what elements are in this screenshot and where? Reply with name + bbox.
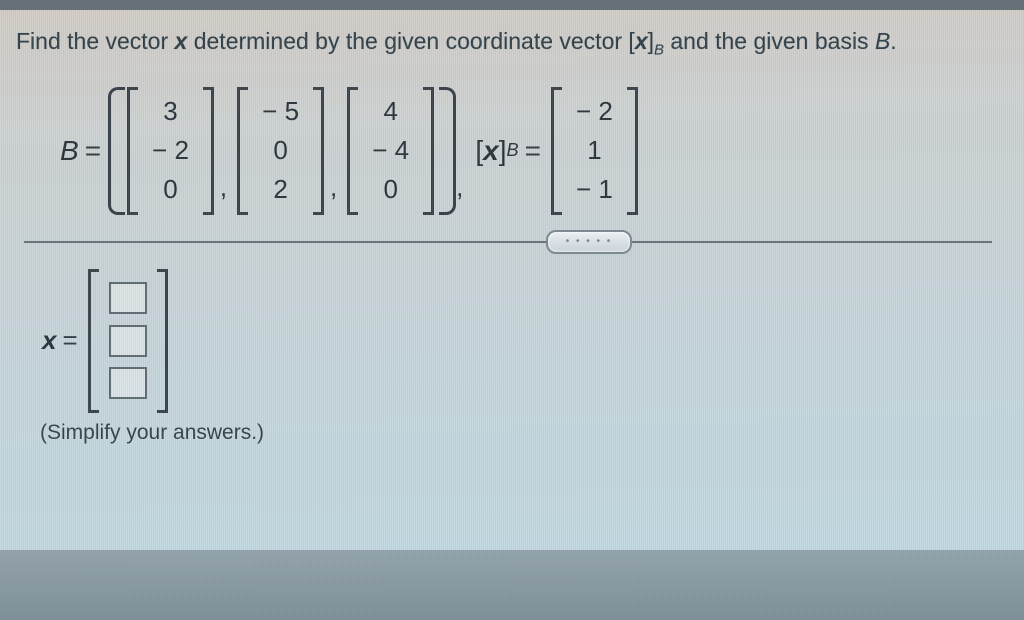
equals-sign: = [85,135,101,167]
matrix-cell: 0 [152,172,189,207]
answer-vector [88,269,168,413]
separator-comma: , [456,172,463,215]
coordinate-vector: − 2 1 − 1 [551,87,638,215]
coord-label-open: [ [475,135,483,167]
coord-label-close: ] [499,135,507,167]
section-divider: • • • • • [24,241,992,243]
left-bracket-icon [237,87,248,215]
question-prompt: Find the vector x determined by the give… [12,28,1004,59]
left-bracket-icon [551,87,562,215]
divider-dots-icon: • • • • • [566,236,613,247]
matrix-cell: − 1 [576,172,613,207]
prompt-text: and the given basis [664,28,875,54]
basis-vector-1: 3 − 2 0 [127,87,214,215]
matrix-cell: − 4 [372,133,409,168]
answer-x-label: x [42,325,56,356]
divider-line [24,241,992,243]
separator-comma: , [220,172,227,215]
divider-handle[interactable]: • • • • • [546,230,632,254]
basis-vector-3: 4 − 4 0 [347,87,434,215]
matrix-cell: − 2 [576,94,613,129]
bottom-frame-band [0,550,1024,620]
equals-sign: = [525,135,541,167]
matrix-cell: − 5 [262,94,299,129]
prompt-period: . [890,28,896,54]
answer-input-2[interactable] [109,325,147,357]
right-bracket-icon [157,269,168,413]
coord-symbol-x: x [635,28,648,54]
right-bracket-icon [313,87,324,215]
equals-sign: = [62,325,77,356]
prompt-basis-B: B [875,28,890,54]
matrix-cell: 3 [152,94,189,129]
basis-vector-2: − 5 0 2 [237,87,324,215]
left-bracket-icon [127,87,138,215]
right-bracket-icon [423,87,434,215]
right-brace-icon [439,87,453,215]
answer-input-3[interactable] [109,367,147,399]
answer-input-1[interactable] [109,282,147,314]
given-equation: B = 3 − 2 0 , − 5 0 2 , 4 [12,79,1004,235]
prompt-text: determined by the given coordinate vecto… [187,28,628,54]
coord-symbol-sub: B [654,42,664,59]
window-top-strip [0,0,1024,10]
matrix-cell: 0 [262,133,299,168]
right-bracket-icon [627,87,638,215]
answer-row: x = [12,243,1004,419]
coord-label-sub: B [507,140,519,161]
B-label: B [60,135,79,167]
matrix-cell: 0 [372,172,409,207]
matrix-cell: 4 [372,94,409,129]
separator-comma: , [330,172,337,215]
left-bracket-icon [88,269,99,413]
matrix-cell: 1 [576,133,613,168]
matrix-cell: 2 [262,172,299,207]
matrix-cell: − 2 [152,133,189,168]
question-region: Find the vector x determined by the give… [0,10,1024,445]
left-brace-icon [108,87,122,215]
coord-label-x: x [483,135,499,167]
prompt-vector-x: x [175,28,188,54]
prompt-text: Find the vector [16,28,175,54]
left-bracket-icon [347,87,358,215]
answer-hint: (Simplify your answers.) [12,421,1004,445]
right-bracket-icon [203,87,214,215]
